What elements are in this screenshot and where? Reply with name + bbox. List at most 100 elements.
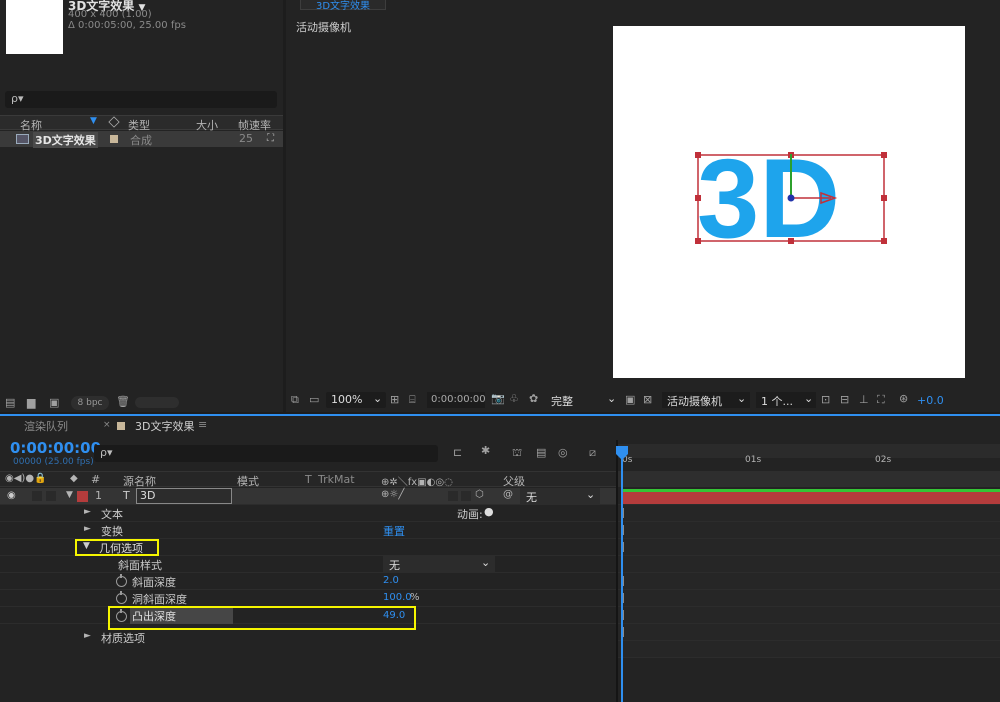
region-of-interest-icon[interactable]: ▣	[625, 393, 635, 406]
comp-canvas[interactable]: 3D	[613, 26, 965, 378]
layer-row[interactable]: ◉ ▼ 1 T 3D ⊕☼╱ ⬡ @ 无 ⌄	[0, 488, 616, 505]
twirl-down-icon[interactable]: ▼	[83, 541, 90, 551]
twirl-right-icon[interactable]: ►	[84, 507, 91, 517]
prop-material-row[interactable]: ► 材质选项	[0, 629, 616, 646]
trash-icon[interactable]: 🗑	[116, 395, 130, 408]
mask-path-icon[interactable]: ⌸	[409, 393, 416, 407]
draft-3d-icon[interactable]: ✱	[481, 444, 490, 457]
shy-layers-icon[interactable]: ⛫	[512, 446, 522, 461]
3d-layer-cube-icon[interactable]: ⬡	[475, 489, 484, 500]
text-layer-3d[interactable]: 3D	[613, 26, 965, 378]
time-ruler[interactable]: 0s 01s 02s	[618, 455, 1000, 472]
current-time[interactable]: 0:00:00:00	[10, 439, 101, 457]
safe-zones-icon[interactable]: ⊞	[390, 393, 399, 406]
reset-exposure-icon[interactable]: ⊛	[899, 392, 908, 405]
work-area-bar[interactable]	[618, 444, 1000, 458]
new-folder-icon[interactable]: ▆	[27, 396, 35, 409]
prop-geometry-label: 几何选项	[99, 542, 143, 555]
layer-label-color[interactable]	[77, 491, 88, 502]
bevel-style-dropdown[interactable]: 无 ⌄	[383, 556, 495, 572]
reset-link[interactable]: 重置	[383, 523, 405, 539]
fast-preview-icon[interactable]: ⊟	[840, 393, 849, 406]
view-layout-dropdown[interactable]: 1 个... ⌄	[756, 392, 816, 408]
prop-bevel-depth-row[interactable]: 斜面深度 2.0	[0, 573, 616, 590]
tab-menu-icon[interactable]: ≡	[198, 418, 207, 431]
prop-bevel-style-row[interactable]: 斜面样式 无 ⌄	[0, 556, 616, 573]
resolution-dropdown[interactable]: 完整 ⌄	[549, 392, 619, 408]
animate-play-icon[interactable]: ●	[484, 505, 494, 518]
tab-label-swatch	[117, 422, 125, 430]
comp-flowchart-icon[interactable]: ⊏	[453, 446, 462, 459]
new-composition-icon[interactable]: ▣	[49, 396, 59, 409]
twirl-right-icon[interactable]: ►	[84, 524, 91, 534]
column-trkmat[interactable]: TrkMat	[318, 473, 355, 486]
extrusion-depth-value[interactable]: 49.0	[383, 610, 405, 621]
timeline-icon[interactable]: ⊥	[859, 393, 869, 406]
timeline-search-input[interactable]: ρ▾	[94, 445, 438, 462]
bevel-depth-value[interactable]: 2.0	[383, 575, 399, 586]
column-number[interactable]: #	[91, 473, 100, 486]
lock-toggle[interactable]	[46, 491, 56, 501]
project-search-input[interactable]: ρ▾	[5, 91, 277, 108]
motion-blur-icon[interactable]: ◎	[558, 446, 568, 459]
tab-render-queue[interactable]: 渲染队列	[24, 418, 68, 434]
stopwatch-icon[interactable]	[116, 591, 127, 604]
layer-duration-bar[interactable]	[622, 492, 1000, 504]
timeline-divider[interactable]	[616, 440, 618, 702]
transparency-grid-icon[interactable]: ⊠	[643, 393, 652, 406]
parent-dropdown[interactable]: 无 ⌄	[520, 488, 600, 504]
close-tab-icon[interactable]: ×	[103, 420, 111, 430]
camera-label: 活动摄像机	[296, 21, 351, 34]
project-footer: ▤ ▆ ▣ 8 bpc 🗑	[0, 394, 283, 412]
snapshot-icon[interactable]: 📷	[491, 392, 505, 405]
viewer-tab[interactable]: 3D文字效果	[300, 0, 386, 12]
column-source-name[interactable]: 源名称	[123, 473, 156, 489]
flowchart-icon[interactable]: ⛶	[267, 133, 274, 144]
search-icon: ρ▾	[11, 92, 24, 105]
prop-text-row[interactable]: ► 文本 动画: ●	[0, 505, 616, 522]
prop-extrusion-row[interactable]: 凸出深度 49.0	[0, 606, 616, 630]
motion-blur-toggle[interactable]	[448, 491, 458, 501]
frame-blending-icon[interactable]: ▤	[536, 446, 546, 459]
bpc-button[interactable]: 8 bpc	[71, 396, 109, 410]
pixel-aspect-icon[interactable]: ⊡	[821, 393, 830, 406]
interpret-footage-icon[interactable]: ▤	[5, 396, 15, 409]
graph-editor-icon[interactable]: ⧄	[589, 446, 596, 460]
pick-whip-icon[interactable]: @	[503, 489, 513, 500]
twirl-right-icon[interactable]: ►	[84, 631, 91, 641]
project-item-row[interactable]: 3D文字效果 合成 25 ⛶	[0, 131, 283, 148]
layer-name-field[interactable]: 3D	[136, 488, 232, 504]
prop-hole-bevel-row[interactable]: 洞斜面深度 100.0 %	[0, 590, 616, 607]
channel-icon[interactable]: ✿	[529, 392, 538, 405]
track-row	[618, 641, 1000, 658]
column-parent[interactable]: 父级	[503, 473, 525, 489]
solo-toggle[interactable]	[32, 491, 42, 501]
flowchart-view-icon[interactable]: ⛶	[877, 393, 885, 407]
visibility-eye-icon[interactable]: ◉	[7, 490, 16, 501]
always-preview-icon[interactable]: ⧉	[291, 393, 299, 407]
exposure-value[interactable]: +0.0	[917, 394, 944, 407]
prop-hole-bevel-label: 洞斜面深度	[132, 593, 187, 606]
adjustment-toggle[interactable]	[461, 491, 471, 501]
viewer-timecode[interactable]: 0:00:00:00	[427, 392, 486, 408]
show-snapshot-icon[interactable]: ♧	[509, 392, 519, 405]
prop-geometry-row[interactable]: ▼ 几何选项	[0, 539, 616, 556]
stopwatch-icon[interactable]	[116, 609, 127, 622]
track-row	[618, 556, 1000, 573]
layer-bar-track	[618, 488, 1000, 505]
camera-view-dropdown[interactable]: 活动摄像机 ⌄	[662, 392, 750, 408]
sort-arrow-icon[interactable]: ▼	[90, 116, 97, 126]
stopwatch-icon[interactable]	[116, 574, 127, 587]
playhead-line[interactable]	[621, 454, 623, 702]
column-mode[interactable]: 模式	[237, 473, 259, 489]
zoom-dropdown[interactable]: 100% ⌄	[326, 392, 386, 408]
prop-transform-row[interactable]: ► 变换 重置	[0, 522, 616, 539]
twirl-down-icon[interactable]: ▼	[66, 490, 73, 500]
hole-bevel-depth-value[interactable]: 100.0	[383, 592, 412, 603]
tab-composition[interactable]: 3D文字效果	[135, 418, 194, 434]
thumbnail-slider[interactable]	[135, 397, 179, 408]
monitor-icon[interactable]: ▭	[309, 393, 319, 406]
comp-duration: Δ 0:00:05:00, 25.00 fps	[68, 20, 186, 31]
layer-switches-icons[interactable]: ⊕☼╱	[381, 489, 404, 500]
playhead-handle[interactable]	[616, 446, 628, 460]
